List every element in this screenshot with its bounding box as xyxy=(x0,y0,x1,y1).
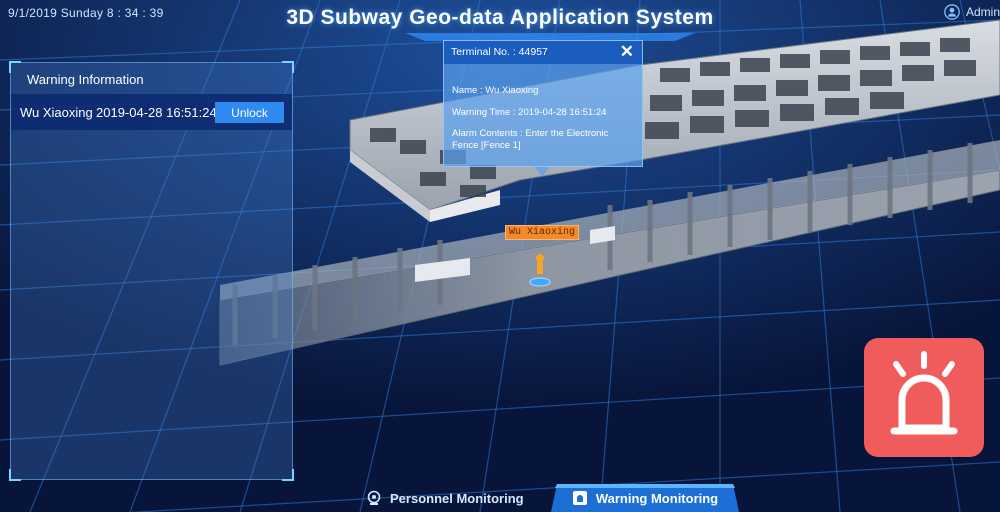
alarm-icon xyxy=(572,491,587,505)
terminal-number: Terminal No. : 44957 xyxy=(451,46,548,58)
warning-panel-title: Warning Information xyxy=(27,72,144,87)
popup-name: Name : Wu Xiaoxing xyxy=(452,85,539,96)
user-icon xyxy=(944,4,960,20)
panel-corner xyxy=(282,61,294,73)
app-title: 3D Subway Geo-data Application System xyxy=(286,6,714,29)
warning-row[interactable]: Wu Xiaoxing 2019-04-28 16:51:24 Unlock xyxy=(11,94,292,130)
top-bar: 9/1/2019 Sunday 8 : 34 : 39 3D Subway Ge… xyxy=(0,0,1000,41)
camera-icon xyxy=(367,490,381,505)
user-name: Admin xyxy=(965,5,1000,19)
unlock-button[interactable]: Unlock xyxy=(215,102,284,123)
tab-label: Personnel Monitoring xyxy=(390,490,524,506)
warning-time: 2019-04-28 16:51:24 xyxy=(96,105,217,120)
person-tag[interactable]: Wu Xiaoxing xyxy=(505,225,580,240)
panel-corner xyxy=(9,61,21,73)
alarm-light-icon xyxy=(890,351,958,435)
popup-warning-time: Warning Time : 2019-04-28 16:51:24 xyxy=(452,107,607,118)
user-menu[interactable]: Admin xyxy=(944,4,1000,20)
alarm-button[interactable] xyxy=(864,338,984,457)
popup-header: Terminal No. : 44957 ✕ xyxy=(444,41,642,64)
tab-label: Warning Monitoring xyxy=(595,490,719,506)
popup-pointer xyxy=(534,167,550,176)
popup-alarm-contents: Alarm Contents : Enter the Electronic Fe… xyxy=(452,128,609,151)
close-icon[interactable]: ✕ xyxy=(620,42,634,62)
warning-panel: Warning Information Wu Xiaoxing 2019-04-… xyxy=(9,61,294,481)
warning-person-name: Wu Xiaoxing xyxy=(20,105,93,120)
panel-corner xyxy=(282,469,294,481)
panel-corner xyxy=(9,469,21,481)
tab-personnel-monitoring[interactable]: Personnel Monitoring xyxy=(366,484,550,512)
tab-warning-monitoring[interactable]: Warning Monitoring xyxy=(551,484,739,512)
terminal-popup: Terminal No. : 44957 ✕ Name : Wu Xiaoxin… xyxy=(443,40,643,167)
